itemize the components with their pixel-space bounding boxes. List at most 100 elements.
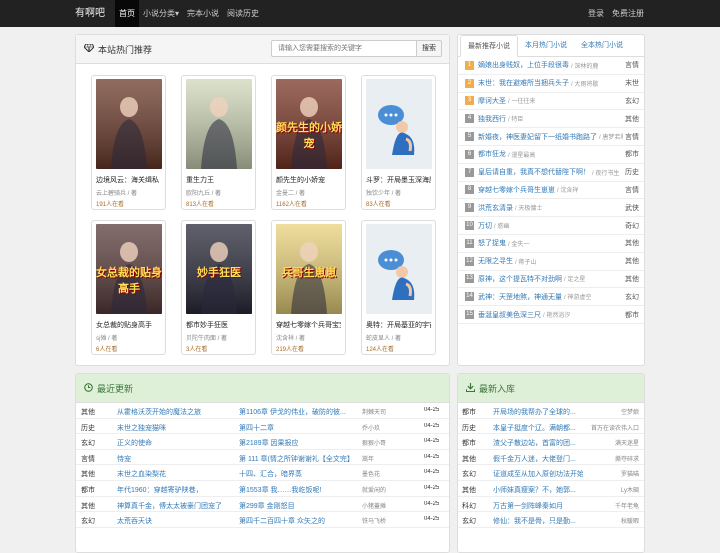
rank-row: 14 武神：天罡地煞，神通无量 / 神游虚空 玄幻: [458, 288, 644, 307]
rank-book-title[interactable]: 嫡娘出身贱奴，上位手段很毒: [478, 60, 569, 70]
update-book-title[interactable]: 恃宠: [117, 454, 235, 464]
book-author: 欧阳九丘 / 著: [186, 191, 222, 197]
book-card[interactable]: 颜先生的小娇宠 颜先生的小娇宠 金曼二 / 著 1162人在看: [271, 75, 346, 210]
rank-number: 14: [465, 292, 474, 302]
book-title[interactable]: 奥特：开局基亚的宇宙: [366, 320, 431, 330]
new-book-title[interactable]: 假千金万人迷，大佬登门...: [493, 454, 583, 464]
new-book-title[interactable]: 小师妹真瘦案？不，她郭...: [493, 485, 583, 495]
rank-author: 惑幽: [497, 224, 510, 231]
book-card[interactable]: 奥特：开局基亚的宇宙 蛇皮显人 / 著 124人在看: [361, 220, 436, 355]
update-chapter[interactable]: 第四千二百四十章 众矢之的: [239, 516, 359, 526]
update-book-title[interactable]: 末世之独宠猫咪: [117, 423, 235, 433]
tab-monthly-hot[interactable]: 本月热门小说: [518, 35, 574, 56]
rank-book-title[interactable]: 独我西行: [478, 114, 506, 124]
new-book-title[interactable]: 证道成至从加入原创功法开始: [493, 469, 583, 479]
newbooks-title: 最新入库: [479, 383, 516, 394]
rank-row: 7 皇后请自重，我真不想代替陛下啊！ / 夜行书生 历史: [458, 164, 644, 182]
book-title[interactable]: 边境风云：海关缉私: [96, 175, 161, 185]
nav-completed[interactable]: 完本小说: [183, 0, 223, 27]
rank-book-title[interactable]: 穿越七零嫁个兵哥生崽崽: [478, 185, 555, 195]
update-row: 玄幻 正义的使命 第2189章 因果报应 狠狠小哥 04-25: [76, 434, 449, 450]
new-book-title[interactable]: 开局场的我帮办了全球的...: [493, 407, 583, 417]
download-icon: [465, 382, 476, 394]
book-cover[interactable]: [366, 224, 432, 314]
rank-author-prefix: / 定之星: [564, 277, 586, 284]
rank-book-title[interactable]: 末世：我在避难所当捆兵头子: [478, 78, 569, 88]
rank-book-title[interactable]: 原神，这个提瓦特不对劲啊: [478, 274, 562, 284]
new-book-title[interactable]: 渣父子散边站，首富的团...: [493, 438, 583, 448]
new-book-title[interactable]: 万古第一剑阵峰秦如月: [493, 501, 583, 511]
tab-completed-hot[interactable]: 全本热门小说: [574, 35, 630, 56]
book-readers-count: 6人在看: [96, 347, 118, 353]
book-card[interactable]: 女总裁的贴身高手 女总裁的贴身高手 sj傩 / 著 6人在看: [91, 220, 166, 355]
update-chapter[interactable]: 第2189章 因果报应: [239, 438, 359, 448]
new-book-title[interactable]: 修仙：我不是骨，只是勤...: [493, 516, 583, 526]
tab-latest-recommend[interactable]: 最新推荐小说: [460, 35, 518, 57]
nav-history[interactable]: 阅读历史: [223, 0, 263, 27]
rank-book-title[interactable]: 都市狂龙: [478, 149, 506, 159]
update-chapter[interactable]: 第 111 章(情之所钟谢谢礼【全文完】: [239, 454, 359, 464]
book-cover[interactable]: [96, 79, 162, 169]
rank-author-prefix: / 艳然浴汐: [543, 313, 571, 320]
update-book-title[interactable]: 年代1960：穿越寄驴陕巷，: [117, 485, 235, 495]
update-author: 嵩年: [362, 456, 375, 463]
rank-book-title[interactable]: 无限之寻生: [478, 256, 513, 266]
book-card[interactable]: 斗罗：开局墨玉深海魔鲸独饮少年 / 著 83人在看: [361, 75, 436, 210]
book-cover[interactable]: [186, 79, 252, 169]
update-book-title[interactable]: 神算真千金，傅太太被豪门团宠了: [117, 501, 235, 511]
new-book-row: 历史 本皇子挺度个辽。满朝都... 首万在读农伟入口: [458, 419, 644, 435]
book-cover[interactable]: 女总裁的贴身高手: [96, 224, 162, 314]
update-chapter[interactable]: 第299章 金刚怒目: [239, 501, 359, 511]
update-book-title[interactable]: 末世之血染梨花: [117, 469, 235, 479]
book-cover[interactable]: 兵哥生崽崽: [276, 224, 342, 314]
rank-book-title[interactable]: 皇后请自重，我真不想代替陛下啊！: [478, 167, 590, 177]
login-link[interactable]: 登录: [584, 0, 608, 27]
book-card[interactable]: 重生力王 欧阳九丘 / 著 813人在看: [181, 75, 256, 210]
site-logo[interactable]: 有啊吧: [0, 0, 115, 27]
register-link[interactable]: 免费注册: [608, 0, 648, 27]
rank-row: 1 嫡娘出身贱奴，上位手段很毒 / 深林的鹿 言情: [458, 57, 644, 75]
book-title[interactable]: 都市妙手狂医: [186, 320, 251, 330]
book-title[interactable]: 重生力王: [186, 175, 251, 185]
book-title[interactable]: 斗罗：开局墨玉深海魔鲸: [366, 175, 431, 185]
update-book-title[interactable]: 从霍格沃茨开始的魔法之旅: [117, 407, 235, 417]
book-cover[interactable]: [366, 79, 432, 169]
nav-home[interactable]: 首页: [115, 0, 139, 27]
rank-book-title[interactable]: 洪荒玄清录: [478, 203, 513, 213]
book-card[interactable]: 妙手狂医 都市妙手狂医 贝陀牛肉面 / 著 3人在看: [181, 220, 256, 355]
book-title[interactable]: 穿越七零嫁个兵哥宝宝: [276, 320, 341, 330]
rank-author: 大雨将歇: [574, 81, 599, 88]
rank-author: 漫星最高: [511, 152, 536, 159]
cover-title-text: 妙手狂医: [197, 267, 241, 279]
rank-author: 金失一: [511, 241, 530, 248]
book-cover[interactable]: 颜先生的小娇宠: [276, 79, 342, 169]
nav-categories[interactable]: 小说分类▾: [139, 0, 183, 27]
search-input[interactable]: [271, 40, 417, 57]
search-button[interactable]: 搜索: [416, 40, 442, 57]
update-chapter[interactable]: 第1106章 伊戈的伟业，破防的彼...: [239, 407, 359, 417]
update-author: 小猪蓋摊: [362, 503, 387, 510]
rank-book-title[interactable]: 新婚夜，神医妻妃留下一纸婚书跑路了: [478, 132, 597, 142]
rank-book-title[interactable]: 怒了捉鬼: [478, 238, 506, 248]
update-chapter[interactable]: 第四十二章: [239, 423, 359, 433]
book-title[interactable]: 女总裁的贴身高手: [96, 320, 161, 330]
update-book-title[interactable]: 太荒吞天诀: [117, 516, 235, 526]
update-book-title[interactable]: 正义的使命: [117, 438, 235, 448]
rank-book-title[interactable]: 垂涎皇叔美色深三尺: [478, 310, 541, 320]
new-book-author: 首万在读农伟入口: [590, 425, 639, 432]
update-chapter[interactable]: 第1553章 我……我屹饭呢!: [239, 485, 359, 495]
rank-row: 11 怒了捉鬼 / 金失一 其他: [458, 235, 644, 253]
book-card[interactable]: 边境风云：海关缉私 云上碧骑兵 / 著 191人在看: [91, 75, 166, 210]
book-card[interactable]: 兵哥生崽崽 穿越七零嫁个兵哥宝宝 沈含祥 / 著 219人在看: [271, 220, 346, 355]
placeholder-figure-icon: [378, 250, 415, 300]
rank-book-title[interactable]: 摩诃大圣: [478, 96, 506, 106]
book-cover[interactable]: 妙手狂医: [186, 224, 252, 314]
rank-number: 7: [465, 167, 474, 177]
rank-category: 奇幻: [625, 222, 639, 230]
rank-book-title[interactable]: 万切: [478, 221, 492, 231]
book-title[interactable]: 颜先生的小娇宠: [276, 175, 341, 185]
rank-author: 唐梦若和: [602, 135, 623, 142]
update-chapter[interactable]: 十四、汇合，暗界蒸: [239, 469, 359, 479]
rank-book-title[interactable]: 武神：天罡地煞，神通无量: [478, 292, 562, 302]
new-book-title[interactable]: 本皇子挺度个辽。满朝都...: [493, 423, 583, 433]
